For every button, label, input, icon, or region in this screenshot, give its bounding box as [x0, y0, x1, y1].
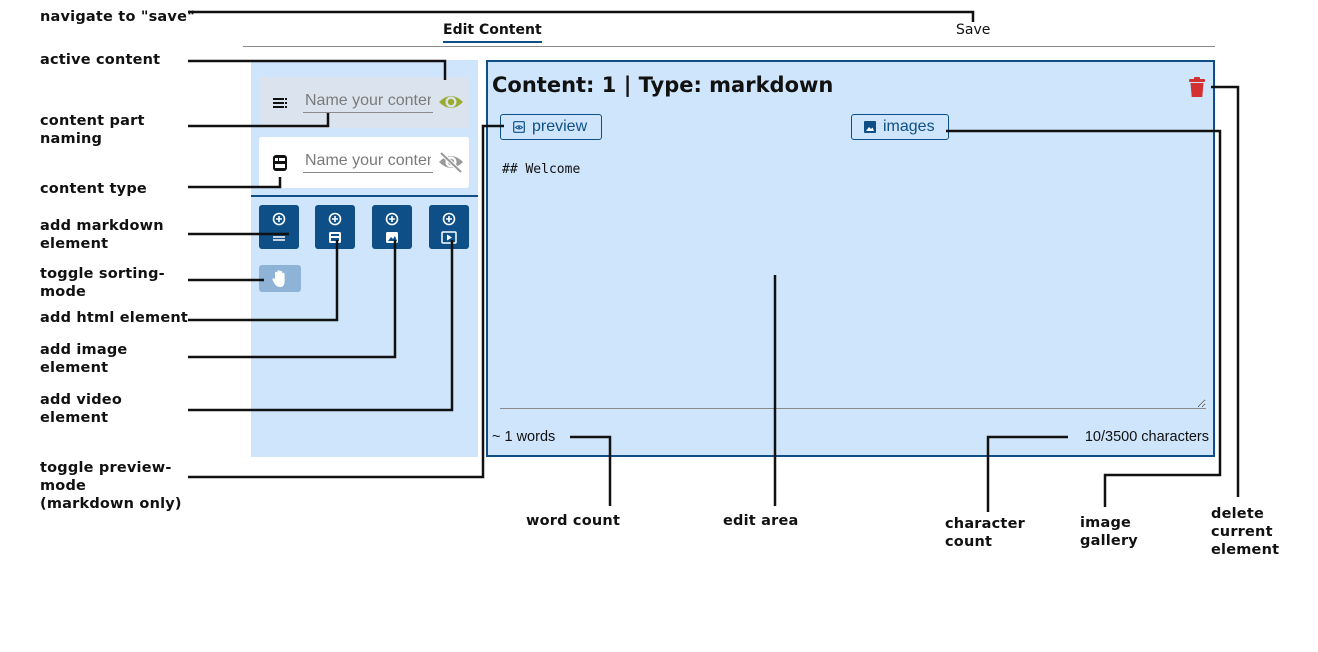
sidebar-divider: [251, 195, 478, 197]
word-count: ~ 1 words: [492, 429, 556, 445]
preview-label: preview: [532, 118, 588, 135]
toggle-sorting-button[interactable]: [259, 265, 301, 292]
image-gallery-icon: [864, 121, 876, 133]
tabs-divider: [243, 46, 1215, 47]
annotation-add-markdown: add markdown element: [40, 218, 164, 252]
content-part-active[interactable]: [259, 77, 469, 128]
eye-off-icon[interactable]: [437, 151, 465, 173]
add-video-icon: [441, 212, 457, 244]
add-image-icon: [385, 212, 399, 243]
annotation-character-count: character count: [945, 516, 1025, 550]
markdown-icon: [273, 98, 287, 108]
annotation-add-video: add video element: [40, 392, 122, 426]
add-markdown-icon: [272, 212, 286, 241]
add-video-button[interactable]: [429, 205, 469, 249]
annotation-save: navigate to "save": [40, 9, 195, 25]
add-markdown-button[interactable]: [259, 205, 299, 249]
preview-icon: [513, 121, 525, 133]
annotation-active-content: active content: [40, 52, 161, 68]
annotation-content-type: content type: [40, 181, 147, 197]
content-name-input[interactable]: [303, 89, 433, 113]
images-button[interactable]: images: [851, 114, 949, 140]
content-sidebar: [251, 60, 478, 457]
markdown-editor[interactable]: [500, 150, 1206, 409]
annotation-delete: delete current element: [1211, 506, 1280, 558]
annotation-preview-mode: toggle preview- mode (markdown only): [40, 460, 182, 512]
content-name-input[interactable]: [303, 149, 433, 173]
annotation-add-html: add html element: [40, 310, 189, 326]
panel-title: Content: 1 | Type: markdown: [492, 73, 834, 97]
add-html-icon: [328, 212, 342, 243]
content-editor-panel: Content: 1 | Type: markdown preview imag…: [486, 60, 1215, 457]
add-html-button[interactable]: [315, 205, 355, 249]
preview-button[interactable]: preview: [500, 114, 602, 140]
tab-save[interactable]: Save: [956, 22, 990, 38]
character-count: 10/3500 characters: [1084, 429, 1209, 445]
annotation-edit-area: edit area: [723, 513, 799, 529]
annotation-sorting: toggle sorting- mode: [40, 266, 165, 300]
trash-icon[interactable]: [1188, 77, 1206, 98]
annotation-content-naming: content part naming: [40, 113, 145, 147]
eye-icon[interactable]: [437, 91, 465, 113]
hand-icon: [272, 270, 285, 287]
annotation-image-gallery: image gallery: [1080, 515, 1138, 549]
content-part-inactive[interactable]: [259, 137, 469, 188]
add-image-button[interactable]: [372, 205, 412, 249]
html-icon: [273, 155, 287, 171]
annotation-word-count: word count: [526, 513, 621, 529]
images-label: images: [883, 118, 935, 135]
tab-edit-content[interactable]: Edit Content: [443, 22, 542, 43]
annotation-add-image: add image element: [40, 342, 128, 376]
